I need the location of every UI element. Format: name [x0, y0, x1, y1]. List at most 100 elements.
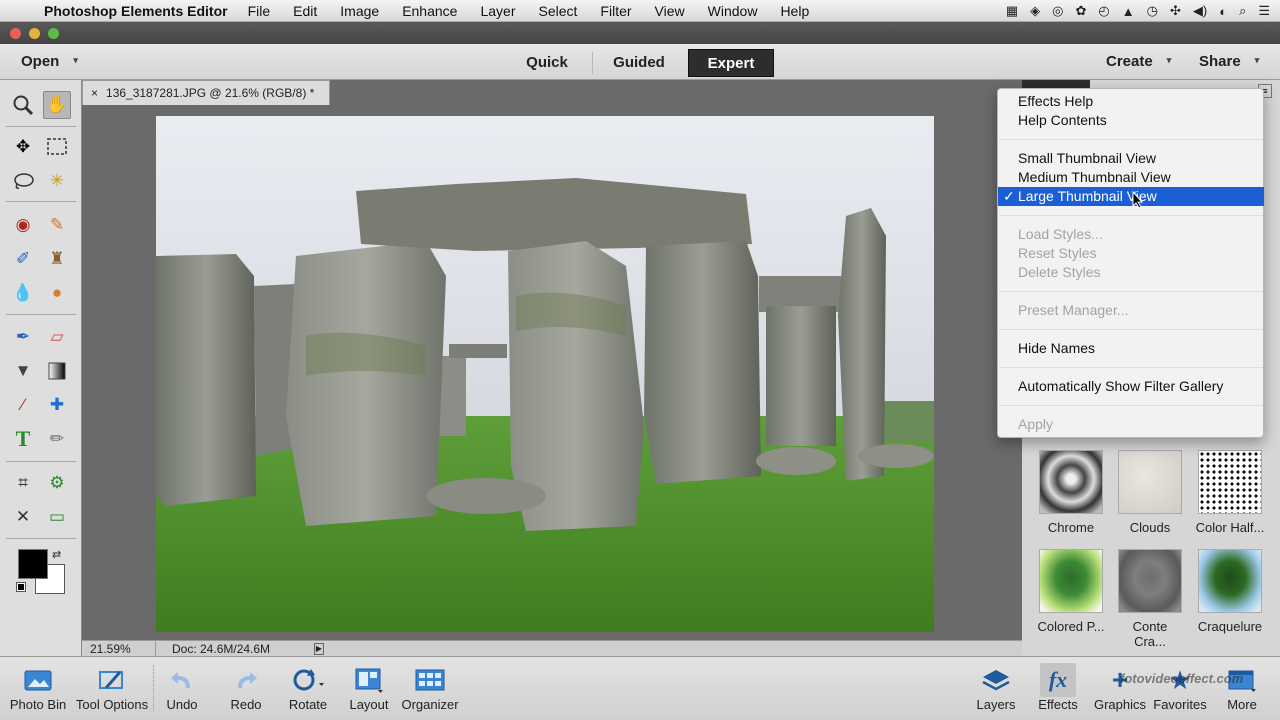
layout-button[interactable]: Layout [345, 663, 393, 712]
divider [6, 538, 76, 539]
hand-tool-icon[interactable]: ✋ [43, 91, 71, 119]
divider [6, 314, 76, 315]
organizer-button[interactable]: Organizer [398, 663, 462, 712]
film-icon[interactable]: ▦ [1006, 3, 1018, 19]
document-image[interactable] [156, 116, 934, 632]
effect-thumb-craquelure[interactable]: Craquelure [1194, 549, 1266, 634]
menu-item-help-contents[interactable]: Help Contents [998, 111, 1264, 130]
menu-item-auto-show-filter-gallery[interactable]: Automatically Show Filter Gallery [998, 377, 1264, 396]
eraser-tool-icon[interactable]: ▱ [43, 323, 71, 351]
magic-wand-tool-icon[interactable]: ✳ [43, 167, 71, 195]
minimize-window-button[interactable] [29, 28, 40, 39]
effect-thumb-conte-crayon[interactable]: Conte Cra... [1115, 549, 1185, 649]
menubar-status-icons: ▦ ◈ ◎ ✿ ◴ ▲ ◷ ✣ ◀) ◐ ⌕ ☰ [1006, 0, 1270, 22]
menu-enhance[interactable]: Enhance [402, 3, 457, 19]
close-tab-icon[interactable]: × [91, 86, 98, 100]
tab-quick[interactable]: Quick [505, 49, 589, 77]
zoom-window-button[interactable] [48, 28, 59, 39]
tab-guided[interactable]: Guided [596, 49, 682, 77]
crop-tool-icon[interactable]: ⌗ [9, 469, 37, 497]
notification-bell-icon[interactable]: ▲ [1122, 4, 1135, 19]
foreground-color-swatch[interactable] [18, 549, 48, 579]
menu-item-medium-thumbnail-view[interactable]: Medium Thumbnail View [998, 168, 1264, 187]
divider [592, 52, 593, 74]
effect-thumb-clouds[interactable]: Clouds [1115, 450, 1185, 535]
swap-colors-icon[interactable]: ⇄ [52, 548, 61, 561]
move-tool-icon[interactable]: ✥ [9, 133, 37, 161]
create-button[interactable]: Create ▾ [1106, 53, 1171, 70]
menu-window[interactable]: Window [708, 3, 758, 19]
app-name-menu[interactable]: Photoshop Elements Editor [44, 3, 228, 19]
tool-options-button[interactable]: Tool Options [72, 663, 152, 712]
zoom-level[interactable]: 21.59% [82, 641, 156, 657]
effect-thumb-chrome[interactable]: Chrome [1036, 450, 1106, 535]
time-machine-icon[interactable]: ◷ [1147, 3, 1158, 19]
straighten-tool-icon[interactable]: ▭ [43, 503, 71, 531]
blur-tool-icon[interactable]: 💧 [9, 279, 37, 307]
menu-select[interactable]: Select [539, 3, 578, 19]
marquee-tool-icon[interactable] [43, 133, 71, 161]
sponge-tool-icon[interactable]: ● [43, 279, 71, 307]
effect-preview [1118, 549, 1182, 613]
effect-thumb-colored-pencil[interactable]: Colored P... [1036, 549, 1106, 634]
mac-menubar: Photoshop Elements Editor File Edit Imag… [0, 0, 1280, 22]
effect-preview [1198, 549, 1262, 613]
effects-button[interactable]: fx Effects [1034, 663, 1082, 712]
red-eye-tool-icon[interactable]: ◉ [9, 211, 37, 239]
menu-help[interactable]: Help [780, 3, 809, 19]
default-colors-icon[interactable] [16, 582, 26, 592]
effect-thumb-color-halftone[interactable]: Color Half... [1194, 450, 1266, 535]
clock-icon[interactable]: ◴ [1098, 3, 1109, 19]
favorites-label: Favorites [1153, 697, 1207, 712]
clone-stamp-tool-icon[interactable]: ♜ [43, 245, 71, 273]
undo-button[interactable]: Undo [158, 663, 206, 712]
recompose-tool-icon[interactable]: ⚙ [43, 469, 71, 497]
tab-expert[interactable]: Expert [688, 49, 774, 77]
menu-image[interactable]: Image [340, 3, 379, 19]
healing-brush-tool-icon[interactable]: ✎ [43, 211, 71, 239]
dropbox-icon[interactable]: ◈ [1030, 3, 1040, 19]
menu-item-load-styles: Load Styles... [1018, 226, 1103, 242]
menu-item-large-thumbnail-view[interactable]: ✓ Large Thumbnail View [998, 187, 1264, 206]
menu-item-effects-help[interactable]: Effects Help [998, 92, 1264, 111]
lasso-tool-icon[interactable] [9, 167, 37, 195]
menu-edit[interactable]: Edit [293, 3, 317, 19]
menu-file[interactable]: File [248, 3, 271, 19]
pencil-tool-icon[interactable]: ✏ [43, 425, 71, 453]
layers-button[interactable]: Layers [972, 663, 1020, 712]
close-window-button[interactable] [10, 28, 21, 39]
sync-icon[interactable]: ◐ [1219, 4, 1227, 19]
redo-button[interactable]: Redo [222, 663, 270, 712]
bluetooth-icon[interactable]: ✣ [1170, 3, 1181, 19]
layers-label: Layers [976, 697, 1016, 712]
status-menu-arrow-icon[interactable]: ▶ [314, 643, 324, 655]
paw-icon[interactable]: ✿ [1076, 3, 1087, 19]
photo-bin-button[interactable]: Photo Bin [8, 663, 68, 712]
custom-shape-tool-icon[interactable]: ✚ [43, 391, 71, 419]
effect-label: Clouds [1129, 520, 1171, 535]
zoom-tool-icon[interactable] [9, 91, 37, 119]
rotate-button[interactable]: Rotate [283, 663, 333, 712]
creative-cloud-icon[interactable]: ◎ [1052, 3, 1063, 19]
open-button[interactable]: Open ▾ [21, 53, 78, 70]
volume-icon[interactable]: ◀) [1193, 3, 1207, 19]
menu-item-hide-names[interactable]: Hide Names [998, 339, 1264, 358]
menu-item-small-thumbnail-view[interactable]: Small Thumbnail View [998, 149, 1264, 168]
smart-brush-tool-icon[interactable]: ✐ [9, 245, 37, 273]
paint-bucket-tool-icon[interactable]: ▼ [9, 357, 37, 385]
document-tab[interactable]: × 136_3187281.JPG @ 21.6% (RGB/8) * [82, 80, 330, 105]
share-button[interactable]: Share ▾ [1199, 53, 1259, 70]
content-aware-move-tool-icon[interactable]: ✕ [9, 503, 37, 531]
type-tool-icon[interactable]: T [9, 425, 37, 453]
brush-tool-icon[interactable]: ✒ [9, 323, 37, 351]
menu-view[interactable]: View [655, 3, 685, 19]
layout-label: Layout [349, 697, 389, 712]
tool-options-label: Tool Options [75, 697, 149, 712]
menu-filter[interactable]: Filter [600, 3, 631, 19]
graphics-label: Graphics [1093, 697, 1147, 712]
menu-layer[interactable]: Layer [480, 3, 515, 19]
spotlight-search-icon[interactable]: ⌕ [1239, 3, 1246, 19]
eyedropper-tool-icon[interactable]: ⁄ [9, 391, 37, 419]
list-menu-icon[interactable]: ☰ [1258, 3, 1270, 19]
gradient-tool-icon[interactable] [43, 357, 71, 385]
